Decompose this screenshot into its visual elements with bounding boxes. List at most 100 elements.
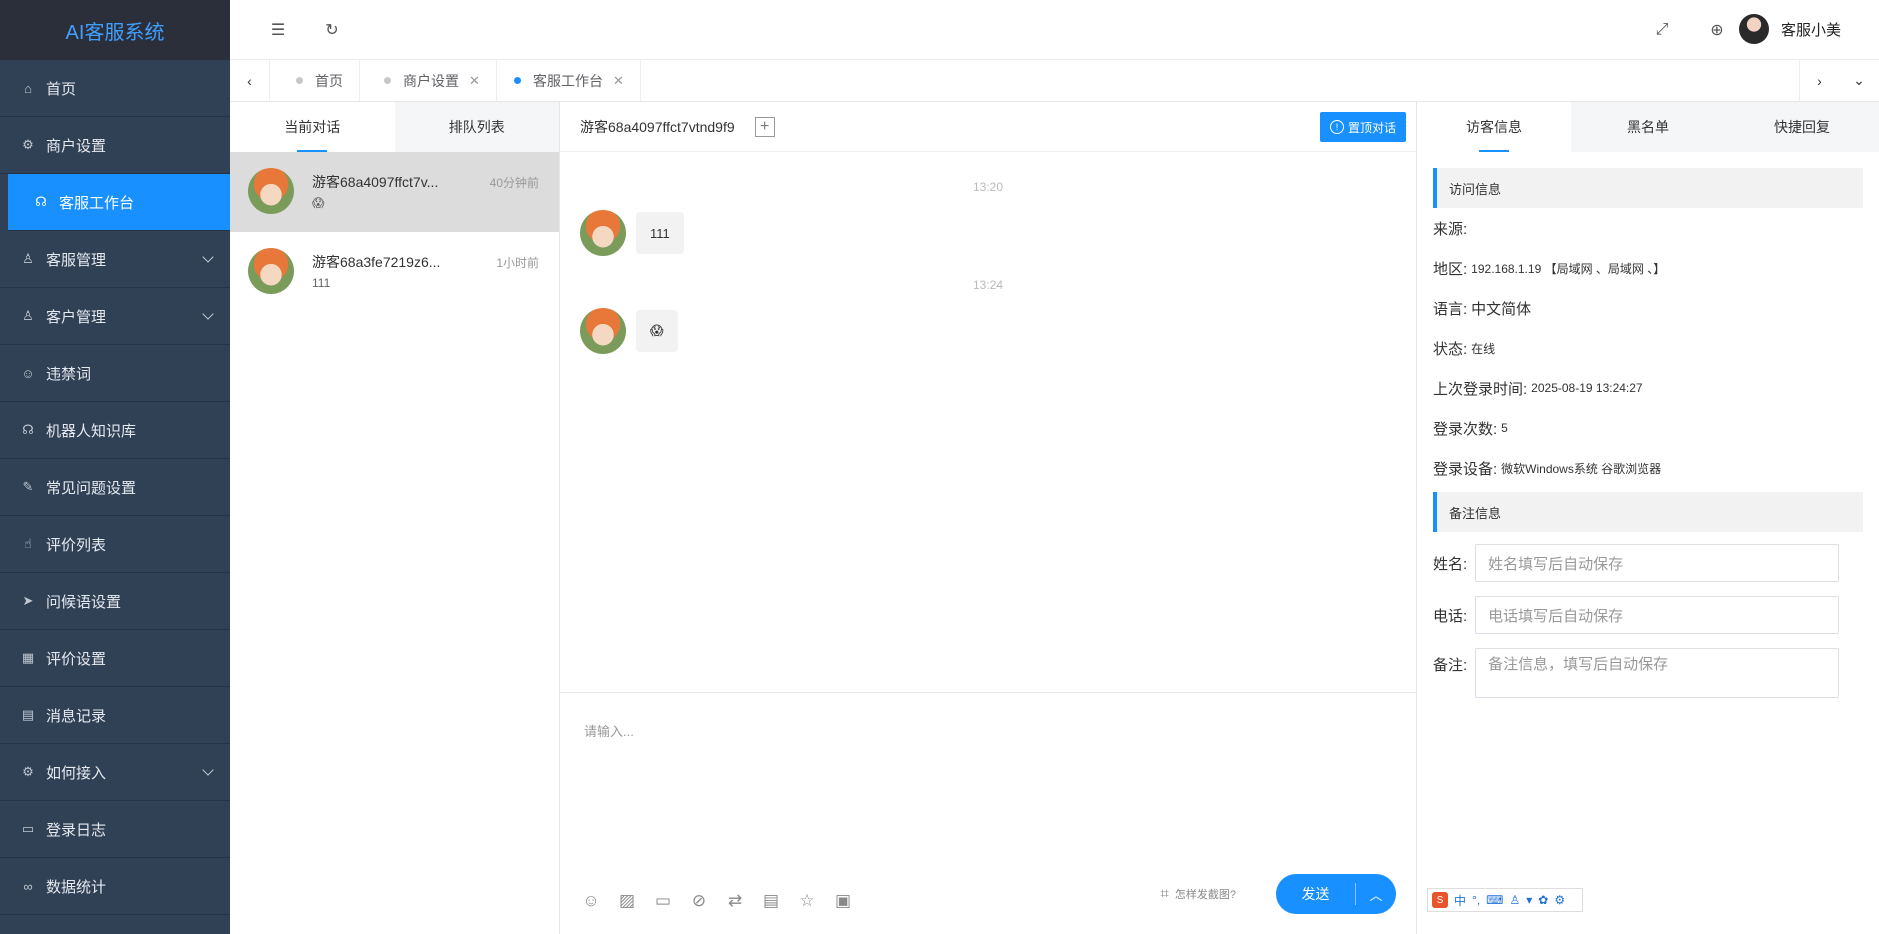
sidebar-item-label: 问候语设置 xyxy=(46,593,122,611)
menu-toggle-icon[interactable]: ☰ xyxy=(266,18,290,42)
region-value: 192.168.1.19 【局域网 、局域网 、】 xyxy=(1471,261,1666,276)
schedule-icon[interactable]: ▤ xyxy=(760,890,782,912)
transfer-icon[interactable]: ⇄ xyxy=(724,890,746,912)
image-icon[interactable]: ▨ xyxy=(616,890,638,912)
chat-panel: 游客68a4097ffct7vtnd9f9 + ! 置顶对话 13:20 111… xyxy=(560,102,1417,934)
info-row-device: 登录设备: 微软Windows系统 谷歌浏览器 xyxy=(1433,448,1863,488)
fullscreen-icon[interactable]: ⤢ xyxy=(1650,18,1674,42)
user-icon: ♙ xyxy=(22,251,34,266)
message-bubble: 😱 xyxy=(636,310,678,352)
last-login-value: 2025-08-19 13:24:27 xyxy=(1531,381,1643,395)
chevron-down-icon xyxy=(202,251,214,263)
sidebar-item-statistics[interactable]: ∞ 数据统计 xyxy=(0,858,230,915)
visitor-info-panel: 访客信息 黑名单 快捷回复 访问信息 来源: 地区: 192.168.1.19 … xyxy=(1417,102,1879,934)
info-tabs: 访客信息 黑名单 快捷回复 xyxy=(1417,102,1879,152)
crop-icon: ⌗ xyxy=(1160,885,1169,902)
send-button[interactable]: 发送 ︿ xyxy=(1276,874,1396,914)
note-field[interactable]: 备注信息，填写后自动保存 xyxy=(1475,648,1840,698)
star-icon[interactable]: ☆ xyxy=(796,890,818,912)
translate-icon[interactable]: ▣ xyxy=(832,890,854,912)
info-row-login-count: 登录次数: 5 xyxy=(1433,408,1863,448)
tab-current-conversations[interactable]: 当前对话 xyxy=(230,102,395,152)
tab-blacklist[interactable]: 黑名单 xyxy=(1571,102,1725,152)
tab-visitor-info[interactable]: 访客信息 xyxy=(1417,102,1571,152)
sidebar-item-greeting-settings[interactable]: ➤ 问候语设置 xyxy=(0,573,230,630)
tab-label: 首页 xyxy=(315,72,343,89)
name-field[interactable]: 姓名填写后自动保存 xyxy=(1475,544,1840,582)
conversation-name: 游客68a3fe7219z6... xyxy=(312,254,441,270)
emoji-icon[interactable]: ☺ xyxy=(580,890,602,912)
tabs-dropdown-icon[interactable]: ⌄ xyxy=(1839,60,1879,101)
user-menu[interactable]: 客服小美 xyxy=(1738,14,1841,44)
avatar xyxy=(1738,14,1769,44)
sidebar-item-merchant-settings[interactable]: ⚙ 商户设置 xyxy=(0,117,230,174)
app-logo-title: AI客服系统 xyxy=(0,0,230,60)
sidebar-item-how-to-integrate[interactable]: ⚙ 如何接入 xyxy=(0,744,230,801)
ime-toolbar[interactable]: S 中 °, ⌨ ♙ ▾ ✿ ⚙ xyxy=(1427,888,1583,912)
chevron-up-icon[interactable]: ︿ xyxy=(1356,885,1396,904)
plus-icon[interactable]: + xyxy=(754,116,775,137)
sidebar-item-service-workbench[interactable]: ☊ 客服工作台 xyxy=(8,174,230,231)
info-row-language: 语言: 中文简体 xyxy=(1433,288,1863,328)
skin-icon[interactable]: ▾ xyxy=(1526,893,1532,907)
tab-dot xyxy=(514,77,521,84)
settings-icon[interactable]: ⚙ xyxy=(1554,893,1565,907)
headset-icon: ☊ xyxy=(35,194,47,209)
tab-service-workbench[interactable]: 客服工作台 ✕ xyxy=(498,60,641,101)
sidebar-item-review-settings[interactable]: ▦ 评价设置 xyxy=(0,630,230,687)
close-icon[interactable]: ✕ xyxy=(469,73,480,89)
sidebar-item-label: 评价列表 xyxy=(46,536,107,554)
avatar xyxy=(580,308,626,354)
ime-mode[interactable]: 中 xyxy=(1454,892,1466,909)
block-icon[interactable]: ⊘ xyxy=(688,890,710,912)
avatar xyxy=(248,168,294,214)
calendar-icon: ▦ xyxy=(21,650,35,665)
sidebar-item-label: 评价设置 xyxy=(46,650,107,668)
close-icon[interactable]: ✕ xyxy=(613,73,624,89)
log-icon: ▭ xyxy=(21,821,35,836)
sidebar-item-banned-words[interactable]: ☺ 违禁词 xyxy=(0,345,230,402)
sidebar-item-home[interactable]: ⌂ 首页 xyxy=(0,60,230,117)
thumbs-up-icon: ☝ xyxy=(24,536,32,551)
sidebar: AI客服系统 ⌂ 首页 ⚙ 商户设置 ☊ 客服工作台 ♙ 客服管理 ♙ 客户管理… xyxy=(0,0,230,934)
sidebar-item-customer-management[interactable]: ♙ 客户管理 xyxy=(0,288,230,345)
globe-icon[interactable]: ⊕ xyxy=(1705,18,1729,42)
conversation-tabs: 当前对话 排队列表 xyxy=(230,102,559,152)
screenshot-tip-label: 怎样发截图? xyxy=(1174,888,1236,901)
folder-icon[interactable]: ▭ xyxy=(652,890,674,912)
tabs-scroll-right-icon[interactable]: › xyxy=(1799,60,1839,101)
punctuation-icon[interactable]: °, xyxy=(1472,893,1480,907)
gear-icon: ⚙ xyxy=(22,137,34,152)
message-time: 13:24 xyxy=(972,278,1004,292)
status-value: 在线 xyxy=(1471,341,1496,356)
sidebar-item-review-list[interactable]: ☝ 评价列表 xyxy=(0,516,230,573)
tabs-scroll-left-icon[interactable]: ‹ xyxy=(230,60,270,101)
sidebar-item-message-records[interactable]: ▤ 消息记录 xyxy=(0,687,230,744)
robot-icon: ☊ xyxy=(22,422,34,437)
pin-conversation-button[interactable]: ! 置顶对话 xyxy=(1319,112,1406,142)
user-icon[interactable]: ♙ xyxy=(1509,893,1520,907)
screenshot-help-link[interactable]: ⌗ 怎样发截图? xyxy=(1160,885,1236,902)
sidebar-item-label: 常见问题设置 xyxy=(46,479,137,497)
document-icon: ▤ xyxy=(21,707,35,722)
tab-queue-list[interactable]: 排队列表 xyxy=(395,102,560,152)
keyboard-icon[interactable]: ⌨ xyxy=(1486,893,1503,907)
sidebar-item-service-management[interactable]: ♙ 客服管理 xyxy=(0,231,230,288)
toolbox-icon[interactable]: ✿ xyxy=(1538,893,1548,907)
name-field-row: 姓名: 姓名填写后自动保存 xyxy=(1433,544,1863,582)
sidebar-item-login-log[interactable]: ▭ 登录日志 xyxy=(0,801,230,858)
refresh-icon[interactable]: ↻ xyxy=(320,18,344,42)
note-label: 备注: xyxy=(1433,657,1468,674)
conversation-item[interactable]: 游客68a3fe7219z6... 1小时前 111 xyxy=(230,232,559,312)
tab-merchant-settings[interactable]: 商户设置 ✕ xyxy=(368,60,497,101)
phone-field[interactable]: 电话填写后自动保存 xyxy=(1475,596,1840,634)
tab-home[interactable]: 首页 xyxy=(280,60,360,101)
message: 😱 xyxy=(580,308,678,354)
tab-quick-reply[interactable]: 快捷回复 xyxy=(1725,102,1879,152)
message-input[interactable]: 请输入... xyxy=(584,721,634,740)
conversation-item[interactable]: 游客68a4097ffct7v... 40分钟前 😱 xyxy=(230,152,559,232)
sidebar-item-faq-settings[interactable]: ✎ 常见问题设置 xyxy=(0,459,230,516)
conversation-time: 40分钟前 xyxy=(489,176,539,190)
sidebar-item-robot-knowledge[interactable]: ☊ 机器人知识库 xyxy=(0,402,230,459)
top-bar: ☰ ↻ ⤢ ⊕ 客服小美 xyxy=(230,0,1879,60)
